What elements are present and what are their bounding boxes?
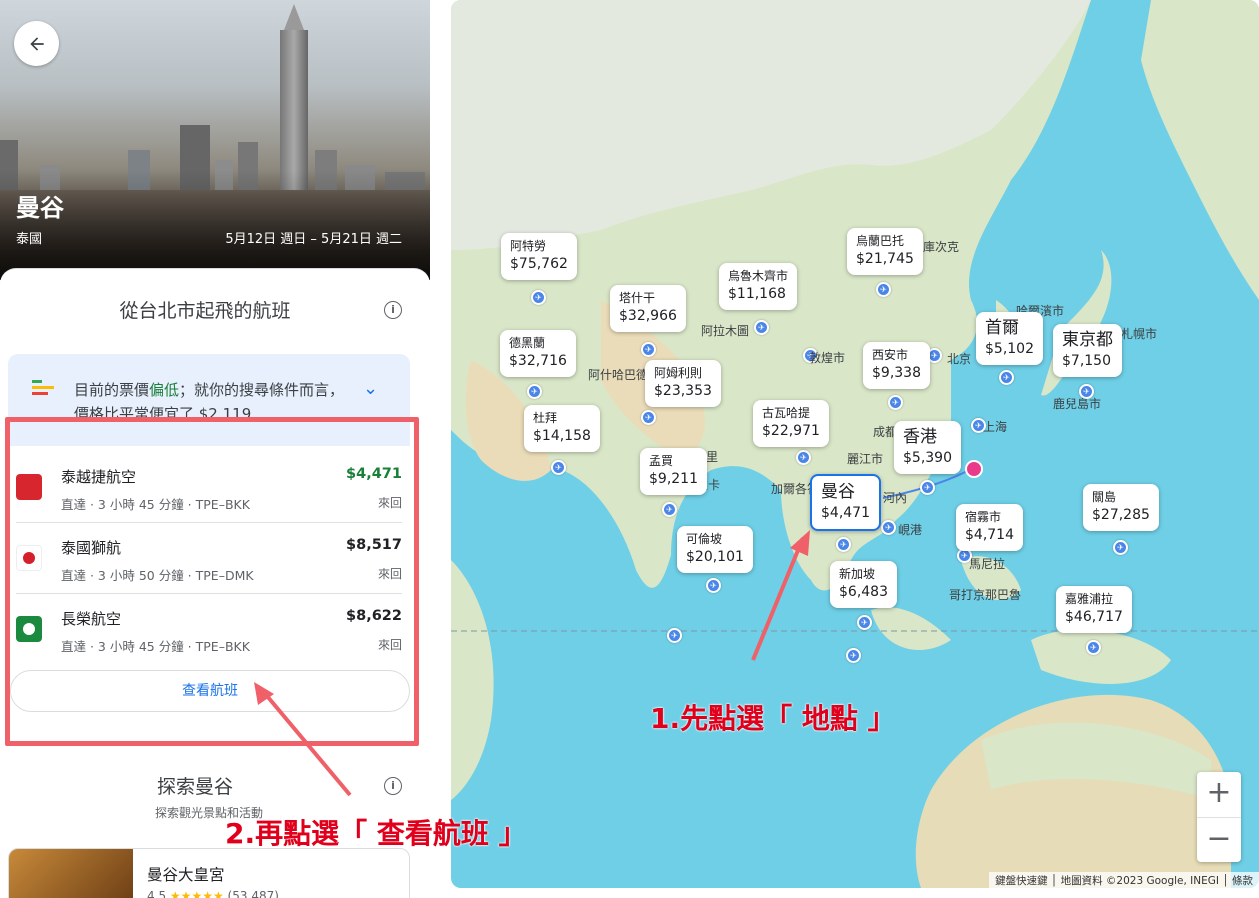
annotation-step1: 1.先點選「 地點 」 <box>650 702 896 735</box>
annotation-step2: 2.再點選「 查看航班 」 <box>225 817 527 850</box>
annotation-arrows <box>254 530 810 797</box>
